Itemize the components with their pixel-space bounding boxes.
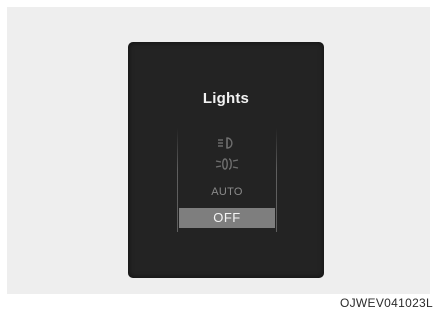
- lights-option-list: AUTO OFF: [177, 128, 277, 232]
- option-parking-lights[interactable]: [177, 136, 277, 152]
- option-auto[interactable]: AUTO: [177, 186, 277, 198]
- parking-light-icon: [177, 136, 277, 150]
- low-beam-icon: [177, 157, 277, 171]
- screen-title: Lights: [202, 90, 250, 107]
- option-low-beam[interactable]: [177, 157, 277, 173]
- lights-menu-screen: Lights AUTO OFF: [128, 42, 324, 278]
- option-off-selected[interactable]: OFF: [179, 208, 275, 228]
